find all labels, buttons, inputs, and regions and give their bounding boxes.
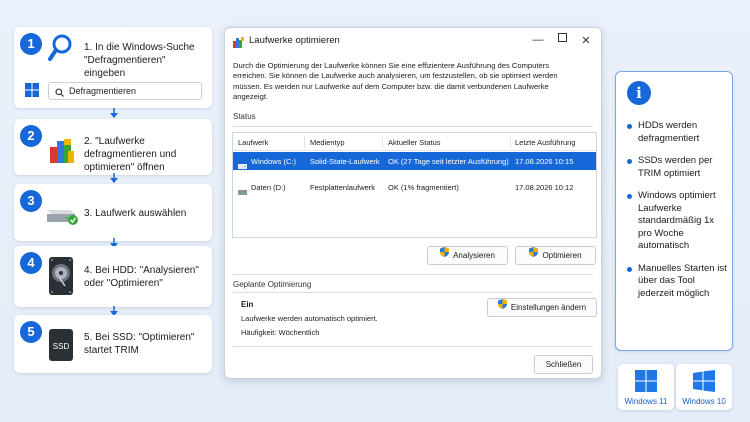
ssd-icon: SSD — [48, 328, 74, 367]
defrag-tool-icon — [48, 137, 76, 170]
drive-media-type: Festplattenlaufwerk — [310, 183, 376, 192]
column-header-last-run[interactable]: Letzte Ausführung — [515, 138, 575, 147]
window-title: Laufwerke optimieren — [249, 35, 340, 46]
windows-logo-icon — [635, 370, 657, 397]
divider — [233, 346, 593, 347]
uac-shield-icon — [497, 298, 507, 315]
change-settings-label: Einstellungen ändern — [510, 303, 587, 312]
info-item-text: Manuelles Starten ist über das Tool jede… — [638, 262, 727, 299]
window-description: Durch die Optimierung der Laufwerke könn… — [233, 61, 558, 102]
step-number: 2 — [20, 125, 42, 147]
bullet-dot — [627, 266, 632, 272]
optimize-drives-window: Laufwerke optimieren — ✕ Durch die Optim… — [224, 27, 602, 379]
table-row-drive-d[interactable]: Daten (D:) Festplattenlaufwerk OK (1% fr… — [233, 178, 596, 196]
maximize-icon — [557, 33, 567, 42]
info-item: SSDs werden per TRIM optimiert — [626, 155, 730, 180]
step-5-card: 5 SSD 5. Bei SSD: "Optimieren" startet T… — [14, 315, 212, 373]
column-divider — [510, 135, 511, 149]
maximize-button[interactable] — [555, 33, 569, 45]
step-2-text: 2. "Laufwerke defragmentieren und optimi… — [84, 136, 177, 173]
table-header: Laufwerk Medientyp Aktueller Status Letz… — [233, 133, 596, 151]
drive-media-type: Solid-State-Laufwerk — [310, 157, 380, 166]
scheduled-frequency: Häufigkeit: Wöchentlich — [241, 328, 320, 337]
info-item: HDDs werden defragmentiert — [626, 120, 730, 145]
info-icon: i — [627, 81, 651, 105]
step-4-text: 4. Bei HDD: "Analysieren" oder "Optimier… — [84, 265, 199, 289]
windows-search-input[interactable]: Defragmentieren — [48, 82, 202, 100]
column-divider — [304, 135, 305, 149]
windows-10-label: Windows 10 — [682, 397, 726, 406]
bullet-dot — [627, 159, 632, 164]
step-3-text: 3. Laufwerk auswählen — [84, 208, 187, 219]
step-number: 1 — [20, 33, 42, 55]
scheduled-description: Laufwerke werden automatisch optimiert. — [241, 314, 378, 323]
info-item-text: SSDs werden per TRIM optimiert — [638, 155, 713, 179]
info-item-text: Windows optimiert Laufwerke standardmäßi… — [638, 190, 716, 251]
step-number: 3 — [20, 190, 42, 212]
step-4-card: 4 4. Bei HDD: "Analysieren" oder "Optimi… — [14, 246, 212, 307]
step-2-card: 2 2. "Laufwerke defragmentieren und opti… — [14, 119, 212, 175]
close-window-button[interactable]: ✕ — [579, 34, 593, 47]
windows-logo-icon — [25, 83, 39, 102]
drive-name: Daten (D:) — [251, 183, 286, 192]
drive-status: OK (1% fragmentiert) — [388, 183, 459, 192]
drive-check-icon — [45, 204, 79, 231]
change-settings-button[interactable]: Einstellungen ändern — [487, 298, 597, 317]
info-item: Windows optimiert Laufwerke standardmäßi… — [626, 190, 730, 253]
windows-logo-icon — [693, 370, 715, 397]
close-button[interactable]: Schließen — [534, 355, 593, 374]
bullet-dot — [627, 194, 632, 199]
windows-10-badge: Windows 10 — [676, 364, 732, 410]
search-value: Defragmentieren — [69, 86, 137, 96]
drive-name: Windows (C:) — [251, 157, 297, 166]
optimize-label: Optimieren — [542, 251, 582, 260]
step-1-card: 1 1. In die Windows-Suche "Defragmentier… — [14, 27, 212, 108]
hdd-drive-icon — [238, 183, 247, 201]
step-3-card: 3 3. Laufwerk auswählen — [14, 184, 212, 241]
step-number: 5 — [20, 321, 42, 343]
drive-status: OK (27 Tage seit letzter Ausführung) — [388, 157, 509, 166]
status-label: Status — [233, 112, 256, 121]
divider — [233, 126, 593, 127]
search-icon — [55, 86, 64, 102]
windows-11-badge: Windows 11 — [618, 364, 674, 410]
info-list: HDDs werden defragmentiert SSDs werden p… — [626, 120, 730, 310]
scheduled-state: Ein — [241, 300, 254, 309]
info-item: Manuelles Starten ist über das Tool jede… — [626, 263, 730, 301]
hdd-icon — [48, 256, 74, 301]
step-1-text: 1. In die Windows-Suche "Defragmentieren… — [84, 42, 195, 79]
analyze-label: Analysieren — [453, 251, 495, 260]
table-row-drive-c[interactable]: Windows (C:) Solid-State-Laufwerk OK (27… — [233, 152, 596, 170]
windows-11-label: Windows 11 — [624, 397, 668, 406]
arrow-down-icon — [110, 108, 118, 118]
drives-table: Laufwerk Medientyp Aktueller Status Letz… — [232, 132, 597, 238]
column-header-drive[interactable]: Laufwerk — [238, 138, 268, 147]
scheduled-optimization-label: Geplante Optimierung — [233, 280, 312, 289]
bullet-dot — [627, 124, 632, 129]
optimize-button[interactable]: Optimieren — [515, 246, 596, 265]
divider — [233, 274, 593, 275]
info-item-text: HDDs werden defragmentiert — [638, 120, 700, 144]
divider — [233, 292, 593, 293]
info-panel: i HDDs werden defragmentiert SSDs werden… — [615, 71, 733, 351]
minimize-button[interactable]: — — [531, 34, 545, 46]
drive-last-run: 17.08.2026 10:15 — [515, 157, 574, 166]
uac-shield-icon — [529, 246, 539, 263]
step-number: 4 — [20, 252, 42, 274]
analyze-button[interactable]: Analysieren — [427, 246, 508, 265]
title-bar[interactable]: Laufwerke optimieren — ✕ — [225, 28, 601, 54]
arrow-down-icon — [110, 173, 118, 183]
step-5-text: 5. Bei SSD: "Optimieren" startet TRIM — [84, 332, 195, 356]
uac-shield-icon — [440, 246, 450, 263]
column-divider — [382, 135, 383, 149]
column-header-media[interactable]: Medientyp — [310, 138, 345, 147]
magnifier-icon — [48, 33, 74, 68]
ssd-label: SSD — [53, 342, 70, 351]
defrag-app-icon — [233, 35, 244, 53]
ssd-drive-icon — [238, 157, 247, 175]
column-header-status[interactable]: Aktueller Status — [388, 138, 441, 147]
drive-last-run: 17.08.2026 10:12 — [515, 183, 574, 192]
